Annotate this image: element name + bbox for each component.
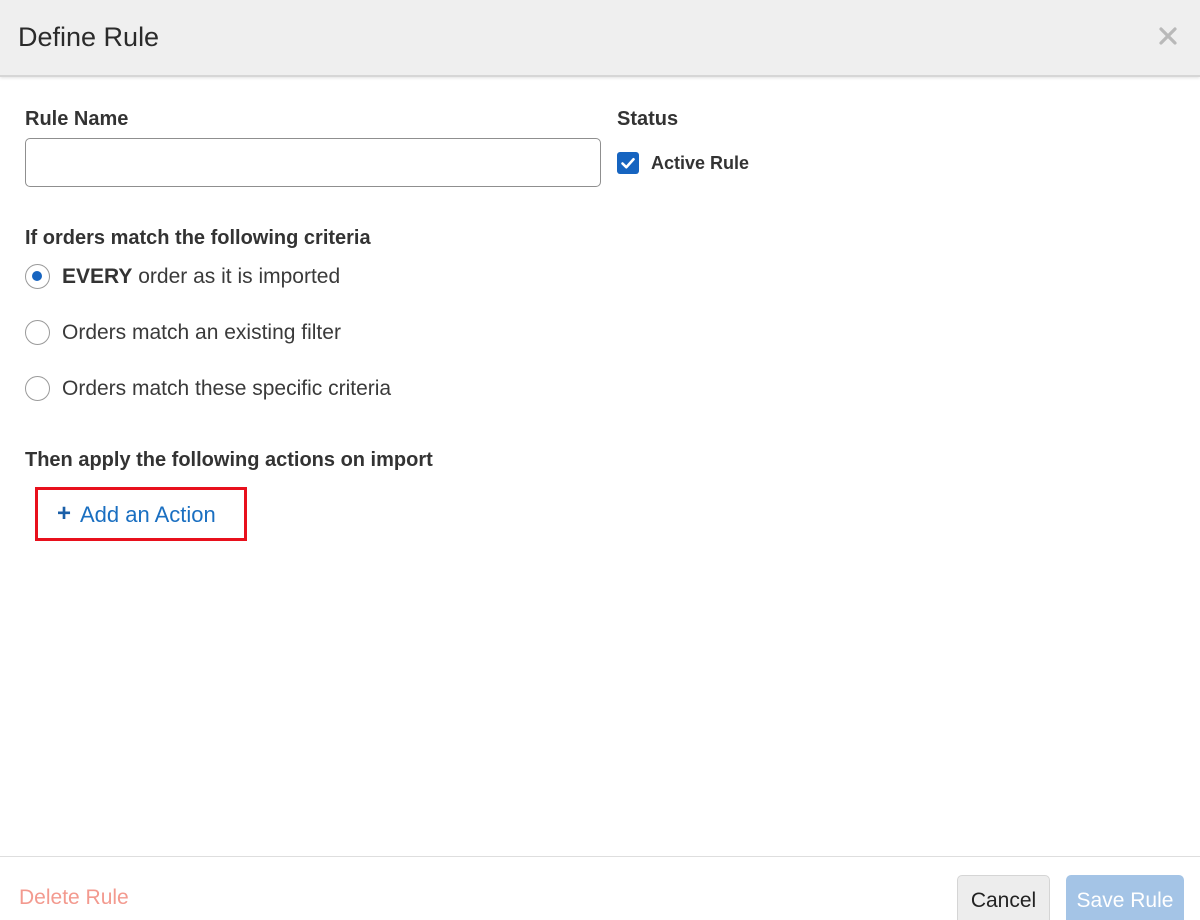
criteria-heading: If orders match the following criteria — [25, 227, 371, 249]
rule-name-input[interactable] — [25, 138, 601, 187]
delete-rule-button[interactable]: Delete Rule — [19, 886, 129, 910]
save-rule-button[interactable]: Save Rule — [1066, 875, 1184, 920]
criteria-option-label: EVERY order as it is imported — [62, 265, 340, 289]
plus-icon: + — [57, 500, 72, 527]
active-rule-checkbox[interactable] — [617, 152, 639, 174]
checkmark-icon — [621, 158, 635, 169]
add-action-label: Add an Action — [80, 502, 216, 527]
add-action-button[interactable]: + Add an Action — [35, 487, 247, 541]
rule-name-label: Rule Name — [25, 108, 129, 130]
criteria-option-label: Orders match an existing filter — [62, 321, 341, 344]
cancel-button[interactable]: Cancel — [957, 875, 1050, 920]
criteria-option-emphasis: EVERY — [62, 265, 133, 288]
radio-button[interactable] — [25, 320, 50, 345]
criteria-option-text: order as it is imported — [132, 265, 341, 288]
status-label: Status — [617, 108, 679, 130]
radio-selected-dot — [32, 271, 42, 281]
actions-heading: Then apply the following actions on impo… — [25, 449, 433, 471]
dialog-title: Define Rule — [18, 22, 160, 52]
footer-divider — [0, 856, 1200, 857]
close-button[interactable] — [1156, 24, 1180, 48]
close-icon — [1159, 27, 1177, 45]
criteria-option-label: Orders match these specific criteria — [62, 377, 392, 400]
radio-button[interactable] — [25, 376, 50, 401]
radio-button[interactable] — [25, 264, 50, 289]
active-rule-label: Active Rule — [651, 153, 750, 173]
dialog-header: Define Rule — [0, 0, 1200, 77]
